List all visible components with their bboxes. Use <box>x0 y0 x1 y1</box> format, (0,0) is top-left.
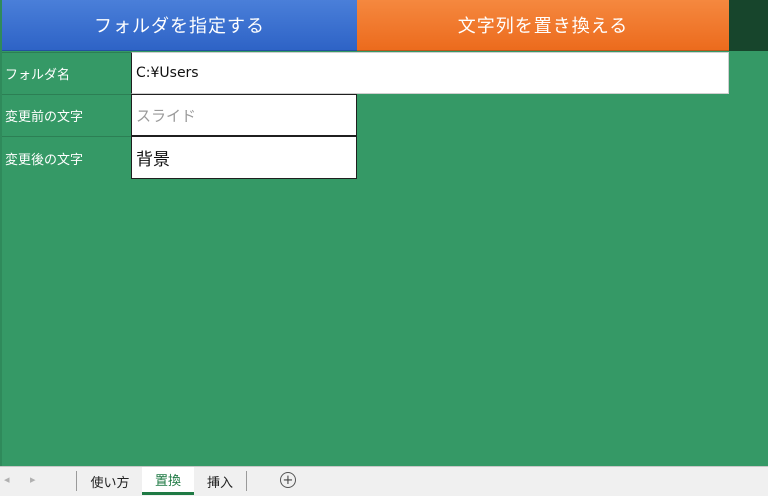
worksheet-area: フォルダを指定する 文字列を置き換える フォルダ名 C:¥Users 変更前の文… <box>0 0 768 466</box>
replace-text-button[interactable]: 文字列を置き換える <box>357 0 729 51</box>
prev-sheet-icon[interactable]: ◂ <box>4 473 10 486</box>
before-text-label: 変更前の文字 <box>2 94 131 136</box>
tab-insert-label: 挿入 <box>206 475 233 491</box>
select-folder-button-label: フォルダを指定する <box>94 16 265 37</box>
tab-usage-label: 使い方 <box>90 475 130 491</box>
folder-name-label: フォルダ名 <box>2 52 131 94</box>
replace-text-button-label: 文字列を置き換える <box>457 16 629 37</box>
add-sheet-icon[interactable]: + <box>280 472 296 488</box>
folder-name-cell[interactable]: C:¥Users <box>131 52 729 94</box>
tab-usage[interactable]: 使い方 <box>84 467 136 495</box>
tab-separator <box>76 471 77 491</box>
tab-replace[interactable]: 置換 <box>142 467 194 495</box>
next-sheet-icon[interactable]: ▸ <box>30 473 36 486</box>
tab-replace-label: 置換 <box>154 474 181 489</box>
select-folder-button[interactable]: フォルダを指定する <box>2 0 357 51</box>
before-text-cell[interactable]: スライド <box>131 94 357 136</box>
sheet-tab-bar: ◂ ▸ 使い方 置換 挿入 + <box>0 466 768 496</box>
header-corner <box>729 0 768 51</box>
tab-separator <box>246 471 247 491</box>
tab-insert[interactable]: 挿入 <box>198 467 242 495</box>
after-text-label: 変更後の文字 <box>2 136 131 179</box>
after-text-cell[interactable]: 背景 <box>131 136 357 179</box>
